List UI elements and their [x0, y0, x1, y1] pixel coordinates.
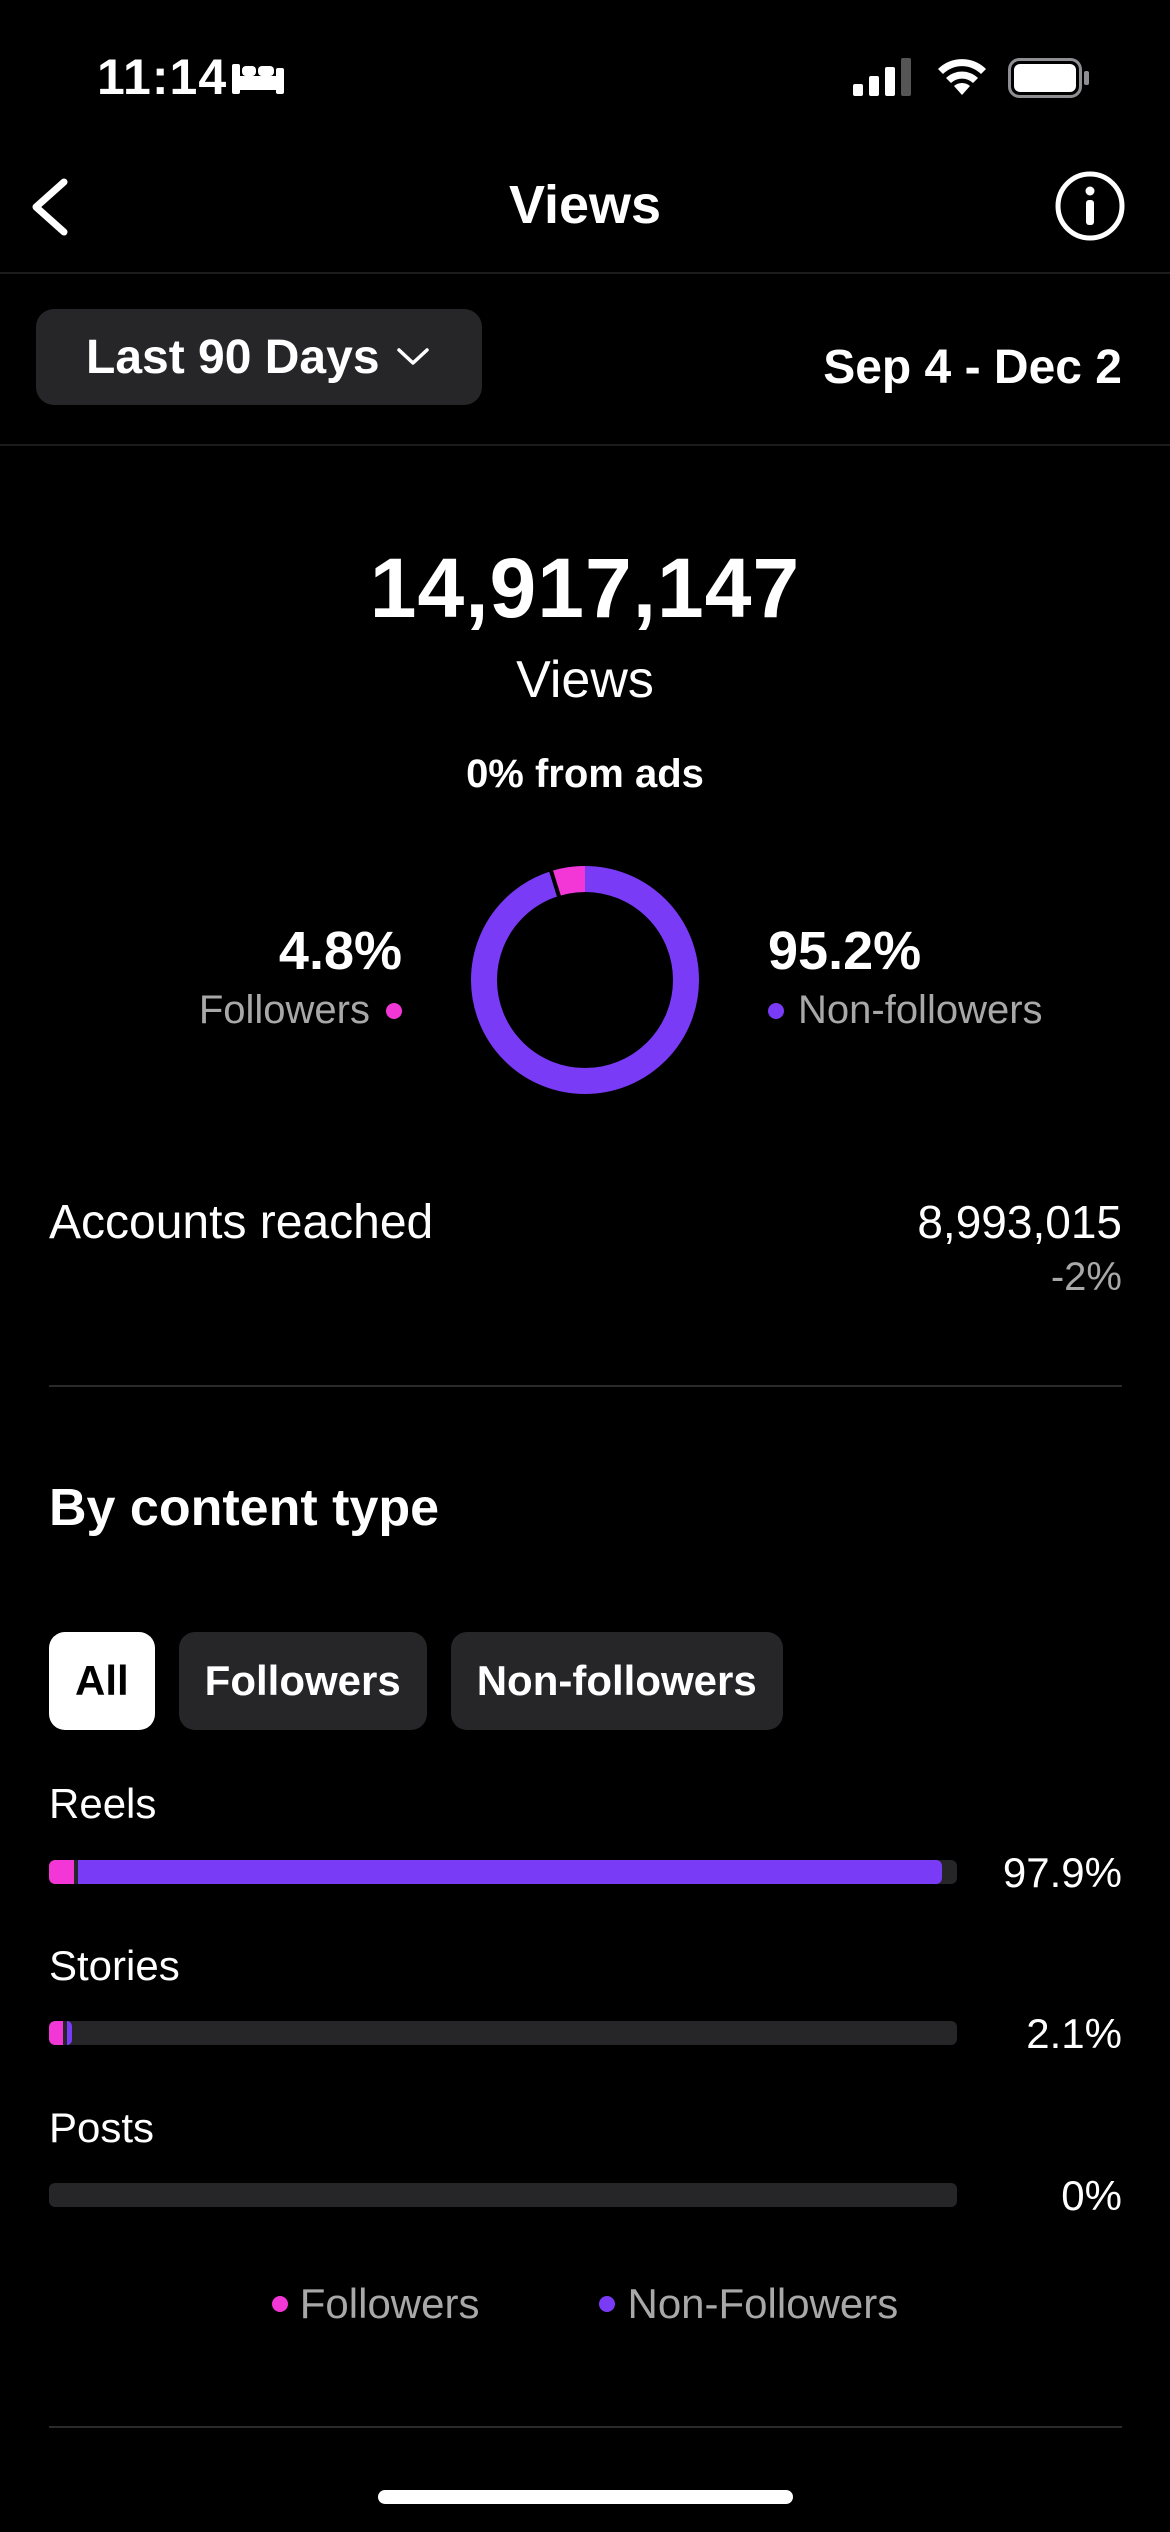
legend-label-followers: Followers [299, 2280, 480, 2327]
info-icon[interactable] [1054, 170, 1126, 242]
divider [49, 1385, 1122, 1387]
followers-dot-icon [271, 2296, 288, 2312]
wifi-icon [938, 59, 986, 95]
cellular-signal-icon [853, 58, 911, 96]
section-title: By content type [49, 1479, 440, 1537]
content-legend: Followers Non-Followers [0, 2280, 1170, 2328]
content-row-label-reels: Reels [49, 1780, 157, 1827]
date-range-text: Sep 4 - Dec 2 [823, 341, 1122, 394]
nonfollowers-dot-icon [599, 2296, 616, 2312]
content-bar-reels [49, 1860, 957, 1884]
bar-segment-nonfollowers [78, 1860, 942, 1884]
sleep-focus-icon [232, 64, 284, 94]
chip-nonfollowers[interactable]: Non-followers [450, 1632, 783, 1730]
date-range-dropdown-label: Last 90 Days [86, 330, 380, 384]
followers-label: Followers [198, 988, 370, 1032]
content-row-label-stories: Stories [49, 1942, 180, 1989]
nonfollowers-label: Non-followers [798, 988, 1043, 1032]
content-bar-stories [49, 2021, 957, 2045]
donut-nonfollowers-ring [471, 866, 699, 1094]
legend-label-nonfollowers: Non-Followers [627, 2280, 899, 2327]
battery-icon [1008, 58, 1089, 98]
legend-item-nonfollowers: Non-Followers [599, 2280, 898, 2328]
total-views-value: 14,917,147 [369, 541, 801, 635]
nonfollowers-dot-icon [768, 1002, 784, 1019]
status-bar: 11:14 [0, 0, 1170, 150]
content-filter-chips: All Followers Non-followers [49, 1632, 783, 1730]
accounts-reached-value: 8,993,015 [917, 1196, 1122, 1248]
nav-header: Views [0, 150, 1170, 274]
page-title: Views [508, 175, 662, 235]
total-views-label: Views [516, 651, 654, 709]
followers-legend: Followers [199, 988, 402, 1033]
bar-segment-nonfollowers [67, 2021, 72, 2045]
accounts-reached-delta: -2% [1050, 1255, 1122, 1299]
content-row-pct-reels: 97.9% [1002, 1849, 1122, 1896]
nonfollowers-legend: Non-followers [768, 988, 1043, 1033]
followers-percent: 4.8% [278, 921, 402, 981]
filter-row: Last 90 Days Sep 4 - Dec 2 [0, 274, 1170, 446]
views-donut-chart [471, 866, 699, 1094]
legend-item-followers: Followers [271, 2280, 480, 2328]
chip-all[interactable]: All [49, 1632, 155, 1730]
status-time: 11:14 [97, 49, 228, 105]
chip-followers[interactable]: Followers [178, 1632, 427, 1730]
followers-dot-icon [386, 1002, 402, 1019]
content-row-pct-posts: 0% [1061, 2172, 1122, 2219]
bar-segment-followers [49, 2021, 63, 2045]
date-range-dropdown[interactable]: Last 90 Days [36, 309, 482, 405]
chevron-down-icon [396, 348, 429, 365]
divider [49, 2426, 1122, 2428]
nonfollowers-percent: 95.2% [768, 921, 922, 981]
content-row-label-posts: Posts [49, 2104, 155, 2151]
ads-note: 0% from ads [466, 752, 704, 796]
bar-segment-followers [49, 1860, 74, 1884]
home-indicator[interactable] [378, 2490, 793, 2504]
accounts-reached-label[interactable]: Accounts reached [49, 1195, 433, 1250]
content-bar-posts [49, 2183, 957, 2207]
content-row-pct-stories: 2.1% [1026, 2010, 1122, 2057]
